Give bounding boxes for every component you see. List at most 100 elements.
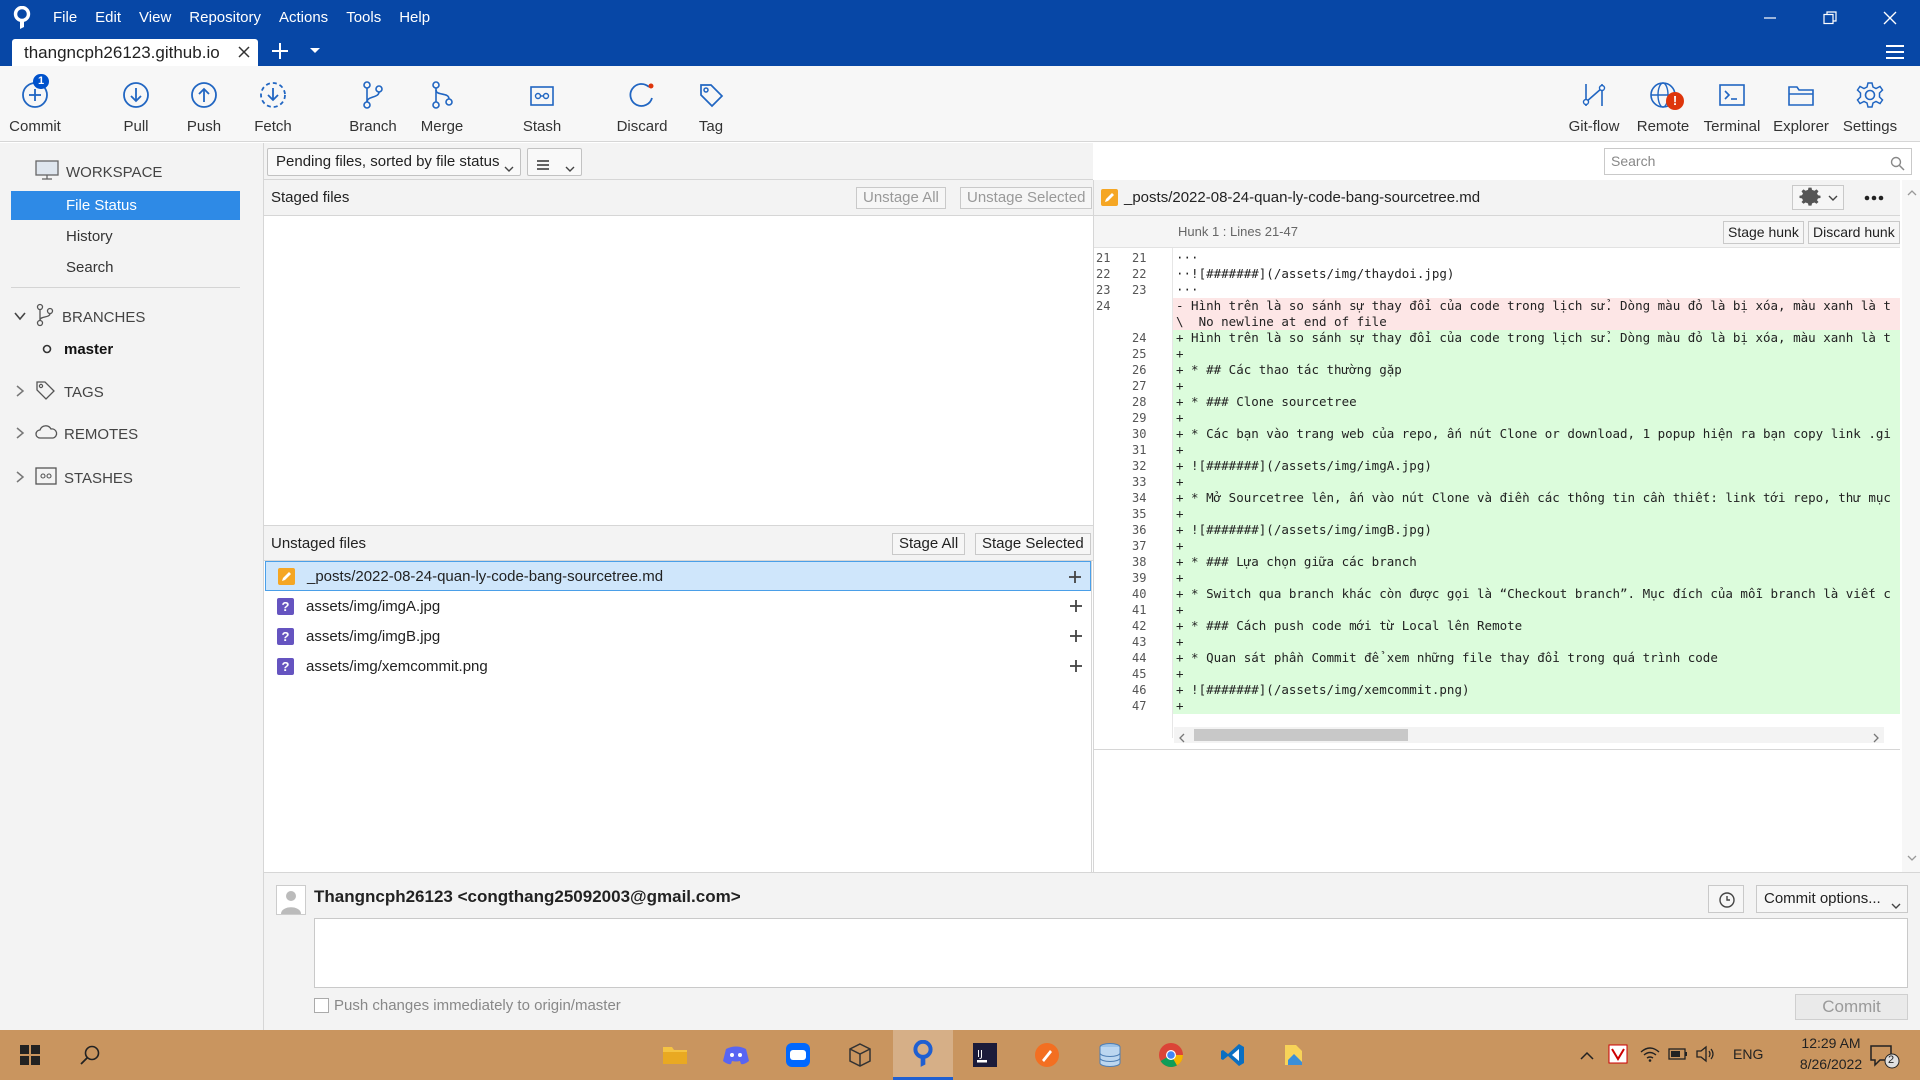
remotes-header[interactable]: REMOTES (14, 423, 138, 445)
diff-line[interactable]: 28 + * ### Clone sourcetree (1094, 394, 1900, 410)
battery-icon[interactable] (1668, 1047, 1688, 1065)
diff-line[interactable]: 36 + ![#######](/assets/img/imgB.jpg) (1094, 522, 1900, 538)
commit-message-input[interactable] (314, 918, 1908, 988)
diff-line[interactable]: 41 + (1094, 602, 1900, 618)
chevron-right-icon[interactable] (14, 470, 26, 487)
menu-edit[interactable]: Edit (86, 0, 130, 36)
scroll-right-icon[interactable] (1872, 730, 1880, 747)
stage-file-plus-icon[interactable] (1067, 657, 1085, 675)
commit-options-dropdown[interactable]: Commit options... (1756, 885, 1908, 913)
fetch-button[interactable]: Fetch (238, 66, 308, 142)
stage-all-button[interactable]: Stage All (892, 533, 966, 555)
push-immediately-checkbox[interactable]: Push changes immediately to origin/maste… (314, 997, 621, 1014)
vscode-icon[interactable] (1203, 1030, 1263, 1080)
hamburger-menu-icon[interactable] (1884, 42, 1906, 62)
clock-date[interactable]: 8/26/2022 (1786, 1056, 1876, 1072)
commit-history-button[interactable] (1708, 885, 1744, 913)
restore-icon[interactable] (1800, 0, 1860, 36)
unstage-selected-button[interactable]: Unstage Selected (960, 187, 1093, 209)
diff-line[interactable]: 42 + * ### Cách push code mới từ Local lê… (1094, 618, 1900, 634)
zalo-icon[interactable] (768, 1030, 828, 1080)
horizontal-scrollbar[interactable] (1174, 727, 1884, 743)
diff-line[interactable]: 22 22 ··![#######](/assets/img/thaydoi.jpg… (1094, 266, 1900, 282)
menu-file[interactable]: File (44, 0, 86, 36)
menu-tools[interactable]: Tools (337, 0, 390, 36)
chevron-right-icon[interactable] (14, 384, 26, 401)
diff-line[interactable]: 30 + * Các bạn vào trang web của repo, ấn… (1094, 426, 1900, 442)
stage-file-plus-icon[interactable] (1066, 568, 1084, 586)
file-row[interactable]: ? assets/img/xemcommit.png (265, 651, 1091, 681)
diff-line[interactable]: 46 + ![#######](/assets/img/xemcommit.png… (1094, 682, 1900, 698)
diff-settings-gear-icon[interactable] (1792, 185, 1844, 210)
tray-chevron-up-icon[interactable] (1580, 1048, 1594, 1065)
diff-line[interactable]: \ No newline at end of file (1094, 314, 1900, 330)
new-tab-icon[interactable] (268, 39, 292, 63)
diff-line[interactable]: 33 + (1094, 474, 1900, 490)
clock-time[interactable]: 12:29 AM (1786, 1035, 1876, 1051)
scroll-up-icon[interactable] (1907, 184, 1917, 201)
more-options-icon[interactable] (1860, 188, 1888, 208)
wifi-icon[interactable] (1640, 1046, 1660, 1066)
sourcetree-icon[interactable] (893, 1030, 953, 1080)
menu-help[interactable]: Help (390, 0, 439, 36)
sidebar-item-file-status[interactable]: File Status (11, 191, 240, 220)
explorer-button[interactable]: Explorer (1766, 66, 1836, 142)
file-explorer-icon[interactable] (645, 1030, 705, 1080)
scroll-left-icon[interactable] (1178, 730, 1186, 747)
stash-button[interactable]: Stash (507, 66, 577, 142)
unstage-all-button[interactable]: Unstage All (856, 187, 946, 209)
repo-tab[interactable]: thangncph26123.github.io (12, 39, 258, 66)
diff-line[interactable]: 34 + * Mở Sourcetree lên, ấn vào nút Clon… (1094, 490, 1900, 506)
file-manager-icon[interactable] (1265, 1030, 1325, 1080)
diff-line[interactable]: 35 + (1094, 506, 1900, 522)
diff-line[interactable]: 29 + (1094, 410, 1900, 426)
diff-line[interactable]: 39 + (1094, 570, 1900, 586)
discord-icon[interactable] (706, 1030, 766, 1080)
diff-line[interactable]: 21 21 ··· (1094, 250, 1900, 266)
close-tab-icon[interactable] (234, 42, 254, 62)
stage-file-plus-icon[interactable] (1067, 627, 1085, 645)
remote-button[interactable]: ! Remote (1628, 66, 1698, 142)
menu-repository[interactable]: Repository (180, 0, 270, 36)
diff-line[interactable]: 43 + (1094, 634, 1900, 650)
diff-line[interactable]: 32 + ![#######](/assets/img/imgA.jpg) (1094, 458, 1900, 474)
input-language[interactable]: ENG (1733, 1046, 1763, 1062)
windows-start-icon[interactable] (0, 1030, 60, 1080)
notification-icon[interactable]: 2 (1868, 1042, 1900, 1074)
merge-button[interactable]: Merge (407, 66, 477, 142)
diff-line[interactable]: 45 + (1094, 666, 1900, 682)
tag-button[interactable]: Tag (676, 66, 746, 142)
stage-hunk-button[interactable]: Stage hunk (1723, 221, 1804, 244)
diff-line[interactable]: 31 + (1094, 442, 1900, 458)
horizontal-scroll-thumb[interactable] (1194, 729, 1408, 741)
checkbox-box[interactable] (314, 998, 329, 1013)
sort-dropdown[interactable]: Pending files, sorted by file status (267, 148, 521, 176)
settings-button[interactable]: Settings (1835, 66, 1905, 142)
tab-list-chevron-icon[interactable] (308, 44, 322, 58)
diff-line[interactable]: 27 + (1094, 378, 1900, 394)
menu-actions[interactable]: Actions (270, 0, 337, 36)
view-mode-dropdown[interactable] (527, 148, 582, 176)
branch-master[interactable]: master (42, 341, 113, 358)
chevron-down-icon[interactable] (14, 309, 26, 326)
cube-icon[interactable] (830, 1030, 890, 1080)
git-flow-button[interactable]: Git-flow (1559, 66, 1629, 142)
search-input[interactable]: Search (1604, 148, 1912, 175)
diff-line[interactable]: 24 + Hình trên là so sánh sự thay đổi của… (1094, 330, 1900, 346)
branches-header[interactable]: BRANCHES (14, 303, 145, 331)
diff-line[interactable]: 26 + * ## Các thao tác thường gặp (1094, 362, 1900, 378)
branch-button[interactable]: Branch (338, 66, 408, 142)
diff-line[interactable]: 47 + (1094, 698, 1900, 714)
discard-button[interactable]: Discard (607, 66, 677, 142)
pull-button[interactable]: Pull (101, 66, 171, 142)
commit-submit-button[interactable]: Commit (1795, 994, 1908, 1020)
file-row[interactable]: ? assets/img/imgA.jpg (265, 591, 1091, 621)
diff-line[interactable]: 37 + (1094, 538, 1900, 554)
diff-line[interactable]: 40 + * Switch qua branch khác còn được gọ… (1094, 586, 1900, 602)
chevron-right-icon[interactable] (14, 426, 26, 443)
diff-content[interactable]: 21 21 ··· 22 22 ··![#######](/assets/img/thay… (1094, 248, 1900, 738)
tags-header[interactable]: TAGS (14, 379, 104, 405)
commit-button[interactable]: 1 Commit (0, 66, 70, 142)
push-button[interactable]: Push (169, 66, 239, 142)
sidebar-item-search[interactable]: Search (11, 253, 240, 282)
